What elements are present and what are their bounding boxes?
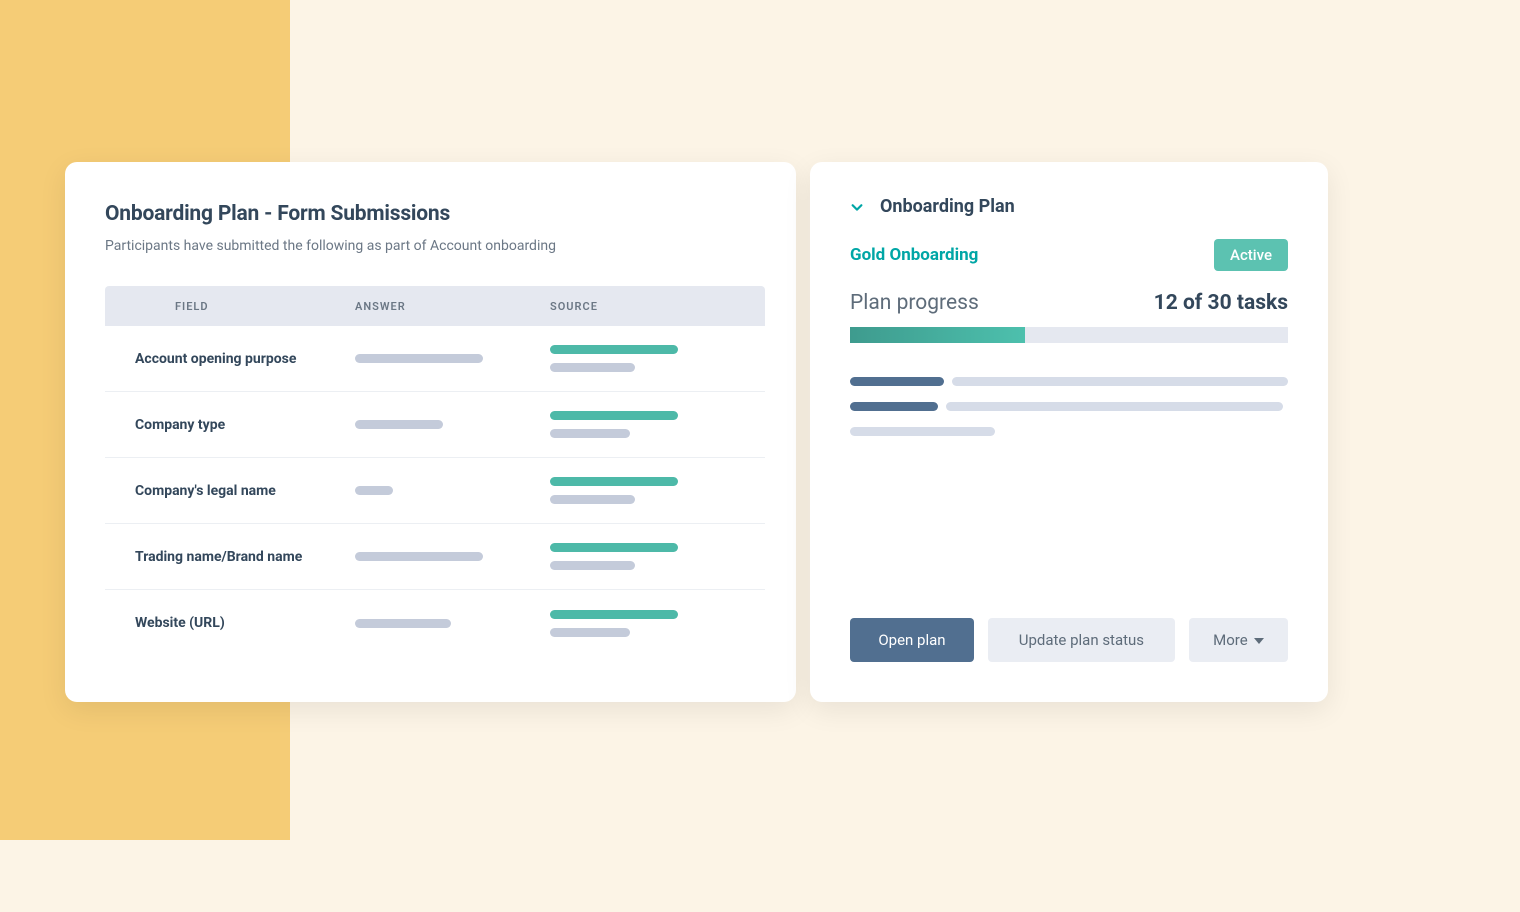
source-link-placeholder	[550, 477, 678, 486]
answer-placeholder	[355, 552, 483, 561]
source-link-placeholder	[550, 543, 678, 552]
more-button-label: More	[1213, 631, 1248, 649]
progress-fill	[850, 327, 1025, 343]
progress-bar	[850, 327, 1288, 343]
source-link-placeholder	[550, 345, 678, 354]
plan-actions: Open plan Update plan status More	[850, 618, 1288, 662]
chevron-down-icon	[850, 200, 864, 214]
skeleton-bar	[850, 402, 938, 411]
skeleton-bar	[850, 377, 944, 386]
caret-down-icon	[1254, 638, 1264, 644]
source-cell	[550, 411, 765, 438]
table-row[interactable]: Trading name/Brand name	[105, 524, 765, 590]
field-name: Company type	[105, 417, 355, 433]
source-meta-placeholder	[550, 495, 635, 504]
answer-cell	[355, 552, 550, 561]
table-row[interactable]: Company's legal name	[105, 458, 765, 524]
answer-cell	[355, 619, 550, 628]
answer-cell	[355, 486, 550, 495]
card-subtitle: Participants have submitted the followin…	[105, 238, 766, 254]
open-plan-button[interactable]: Open plan	[850, 618, 974, 662]
progress-count: 12 of 30 tasks	[1154, 291, 1288, 315]
field-name: Company's legal name	[105, 483, 355, 499]
field-name: Trading name/Brand name	[105, 549, 355, 565]
form-submissions-card: Onboarding Plan - Form Submissions Parti…	[65, 162, 796, 702]
source-cell	[550, 477, 765, 504]
table-row[interactable]: Company type	[105, 392, 765, 458]
plan-content-skeleton	[850, 377, 1288, 436]
field-name: Website (URL)	[105, 615, 355, 631]
skeleton-bar	[952, 377, 1288, 386]
source-cell	[550, 543, 765, 570]
status-badge: Active	[1214, 239, 1288, 271]
skeleton-bar	[946, 402, 1283, 411]
submissions-table: FIELD ANSWER SOURCE Account opening purp…	[105, 286, 765, 656]
onboarding-plan-card: Onboarding Plan Gold Onboarding Active P…	[810, 162, 1328, 702]
source-link-placeholder	[550, 411, 678, 420]
plan-name-link[interactable]: Gold Onboarding	[850, 245, 978, 265]
answer-placeholder	[355, 619, 451, 628]
plan-section-title: Onboarding Plan	[880, 196, 1015, 217]
table-row[interactable]: Account opening purpose	[105, 326, 765, 392]
table-header: FIELD ANSWER SOURCE	[105, 286, 765, 326]
card-title: Onboarding Plan - Form Submissions	[105, 202, 766, 226]
answer-placeholder	[355, 486, 393, 495]
answer-placeholder	[355, 354, 483, 363]
field-name: Account opening purpose	[105, 351, 355, 367]
source-cell	[550, 610, 765, 637]
source-meta-placeholder	[550, 363, 635, 372]
progress-label: Plan progress	[850, 291, 979, 315]
source-meta-placeholder	[550, 628, 630, 637]
answer-cell	[355, 420, 550, 429]
skeleton-bar	[850, 427, 995, 436]
update-plan-status-button[interactable]: Update plan status	[988, 618, 1175, 662]
column-header-answer: ANSWER	[355, 300, 550, 313]
plan-section-header[interactable]: Onboarding Plan	[850, 196, 1288, 217]
source-meta-placeholder	[550, 429, 630, 438]
source-meta-placeholder	[550, 561, 635, 570]
column-header-source: SOURCE	[550, 300, 765, 313]
source-link-placeholder	[550, 610, 678, 619]
answer-placeholder	[355, 420, 443, 429]
source-cell	[550, 345, 765, 372]
answer-cell	[355, 354, 550, 363]
table-row[interactable]: Website (URL)	[105, 590, 765, 656]
column-header-field: FIELD	[105, 300, 355, 313]
more-button[interactable]: More	[1189, 618, 1288, 662]
